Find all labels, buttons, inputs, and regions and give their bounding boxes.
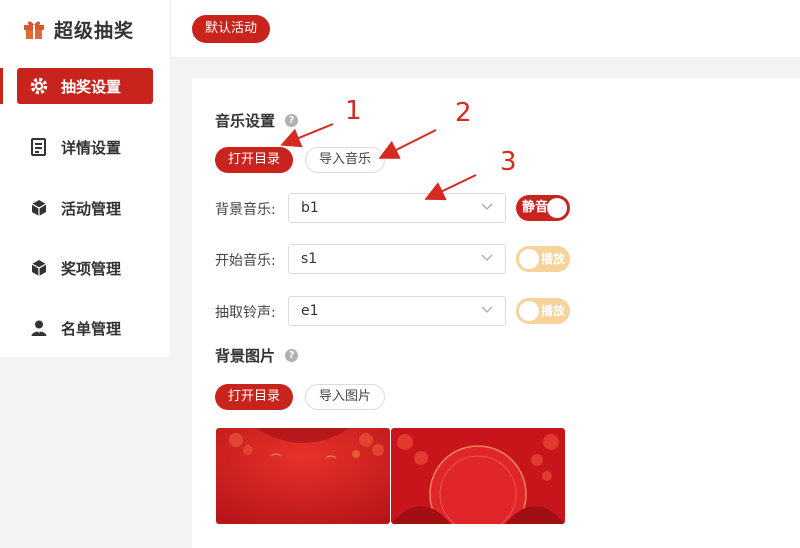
app-title: 超级抽奖 <box>54 19 135 42</box>
annotation-number-3: 3 <box>500 147 517 177</box>
chevron-down-icon <box>481 254 493 261</box>
start-music-select[interactable]: s1 <box>288 244 506 274</box>
background-music-select[interactable]: b1 <box>288 193 506 223</box>
red-stage-background-image <box>391 428 565 524</box>
sidebar-item-label: 抽奖设置 <box>61 77 122 96</box>
background-music-value: b1 <box>301 200 319 216</box>
draw-ringtone-select[interactable]: e1 <box>288 296 506 326</box>
open-image-directory-button[interactable]: 打开目录 <box>215 384 294 410</box>
draw-ringtone-label: 抽取铃声: <box>215 305 276 321</box>
sidebar-item-prize-management[interactable]: 奖项管理 <box>17 250 153 286</box>
annotation-number-2: 2 <box>455 98 472 128</box>
help-icon[interactable]: ? <box>285 349 299 362</box>
toggle-label: 播放 <box>541 252 566 266</box>
open-music-directory-button[interactable]: 打开目录 <box>215 147 294 173</box>
background-music-mute-toggle[interactable]: 静音 <box>516 195 570 221</box>
background-image-title: 背景图片 ? <box>215 345 299 366</box>
music-settings-label: 音乐设置 <box>215 112 276 130</box>
sidebar-item-label: 名单管理 <box>61 319 122 338</box>
background-image-label: 背景图片 <box>215 347 276 365</box>
start-music-play-toggle[interactable]: 播放 <box>516 246 570 272</box>
import-music-button[interactable]: 导入音乐 <box>305 147 386 173</box>
help-icon[interactable]: ? <box>285 114 299 127</box>
draw-ringtone-value: e1 <box>301 303 319 319</box>
chevron-down-icon <box>481 203 493 210</box>
sidebar-item-lottery-settings[interactable]: 抽奖设置 <box>17 68 153 104</box>
background-thumbnail-1[interactable] <box>216 428 390 524</box>
sidebar-item-activity-management[interactable]: 活动管理 <box>17 190 153 226</box>
gear-icon <box>30 77 48 95</box>
annotation-number-1: 1 <box>345 96 362 126</box>
gift-icon <box>24 21 44 39</box>
brand: 超级抽奖 <box>22 14 134 44</box>
sidebar-item-list-management[interactable]: 名单管理 <box>17 310 153 346</box>
sidebar-item-label: 奖项管理 <box>61 259 122 278</box>
toggle-label: 静音 <box>522 200 549 215</box>
active-indicator <box>0 68 3 104</box>
toggle-knob <box>547 198 567 218</box>
sidebar-item-label: 详情设置 <box>61 138 122 157</box>
toggle-label: 播放 <box>541 304 566 318</box>
user-icon <box>30 319 48 337</box>
toggle-knob <box>519 301 539 321</box>
background-music-label: 背景音乐: <box>215 202 276 218</box>
music-settings-title: 音乐设置 ? <box>215 110 299 131</box>
header-divider <box>170 0 171 57</box>
start-music-value: s1 <box>301 251 318 267</box>
activity-selector[interactable]: 默认活动 <box>192 15 271 43</box>
box-icon <box>30 199 48 217</box>
sidebar-item-detail-settings[interactable]: 详情设置 <box>17 129 153 165</box>
top-bar: 超级抽奖 默认活动 <box>0 0 800 57</box>
toggle-knob <box>519 249 539 269</box>
draw-ringtone-play-toggle[interactable]: 播放 <box>516 298 570 324</box>
start-music-label: 开始音乐: <box>215 253 276 269</box>
background-thumbnail-2[interactable] <box>391 428 565 524</box>
red-lantern-background-image <box>216 428 390 524</box>
document-icon <box>30 138 48 156</box>
chevron-down-icon <box>481 306 493 313</box>
sidebar-item-label: 活动管理 <box>61 199 122 218</box>
box-icon <box>30 259 48 277</box>
import-image-button[interactable]: 导入图片 <box>305 384 386 410</box>
